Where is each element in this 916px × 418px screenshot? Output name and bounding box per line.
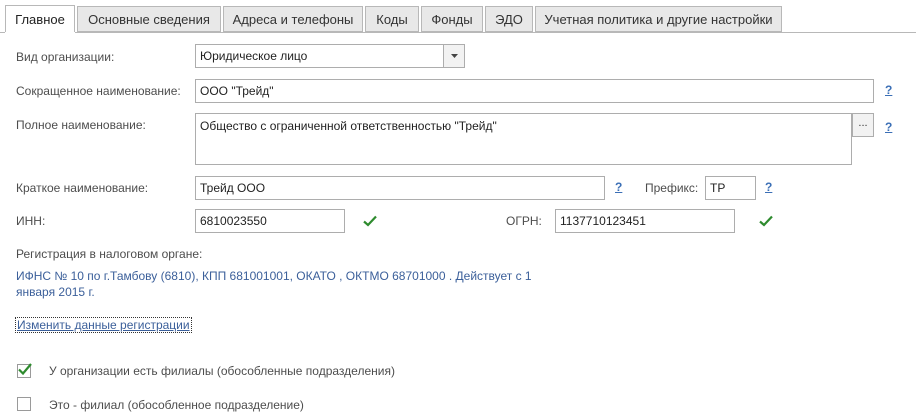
org-type-select[interactable]: Юридическое лицо — [195, 44, 444, 68]
ogrn-valid-check-icon — [759, 215, 773, 227]
checkmark-icon — [18, 363, 32, 376]
tab-basic-info[interactable]: Основные сведения — [77, 6, 221, 32]
registration-info: ИФНС № 10 по г.Тамбову (6810), КПП 68100… — [16, 268, 616, 300]
change-registration-link[interactable]: Изменить данные регистрации — [15, 317, 192, 333]
tab-bar: Главное Основные сведения Адреса и телеф… — [0, 0, 916, 34]
inn-label: ИНН: — [16, 214, 46, 228]
tab-codes[interactable]: Коды — [365, 6, 419, 32]
prefix-label: Префикс: — [645, 181, 699, 195]
short-name-label: Сокращенное наименование: — [16, 84, 181, 98]
tab-funds[interactable]: Фонды — [421, 6, 483, 32]
org-type-dropdown-button[interactable] — [443, 44, 465, 68]
org-type-label: Вид организации: — [16, 50, 115, 64]
registration-line-2: января 2015 г. — [16, 285, 95, 299]
has-branches-checkbox[interactable] — [17, 363, 32, 378]
registration-line-1: ИФНС № 10 по г.Тамбову (6810), КПП 68100… — [16, 269, 532, 283]
inn-valid-check-icon — [363, 215, 377, 227]
brief-name-label: Краткое наименование: — [16, 181, 149, 195]
prefix-field[interactable]: ТР — [705, 176, 756, 200]
full-name-help-icon[interactable]: ? — [885, 120, 892, 134]
tab-addresses-phones[interactable]: Адреса и телефоны — [223, 6, 363, 32]
short-name-field[interactable]: ООО "Трейд" — [195, 79, 874, 103]
tab-accounting-policy[interactable]: Учетная политика и другие настройки — [535, 6, 782, 32]
full-name-label: Полное наименование: — [16, 118, 146, 132]
chevron-down-icon — [450, 54, 458, 58]
is-branch-label: Это - филиал (обособленное подразделение… — [49, 398, 304, 412]
inn-field[interactable]: 6810023550 — [195, 209, 345, 233]
ogrn-label: ОГРН: — [506, 214, 542, 228]
prefix-help-icon[interactable]: ? — [765, 180, 772, 194]
ogrn-field[interactable]: 1137710123451 — [555, 209, 735, 233]
short-name-help-icon[interactable]: ? — [885, 83, 892, 97]
is-branch-checkbox[interactable] — [17, 397, 31, 411]
tab-divider — [0, 32, 916, 33]
has-branches-label: У организации есть филиалы (обособленные… — [49, 364, 395, 378]
tab-main[interactable]: Главное — [5, 5, 75, 33]
tab-edo[interactable]: ЭДО — [485, 6, 533, 32]
registration-label: Регистрация в налоговом органе: — [16, 247, 203, 261]
full-name-field[interactable]: Общество с ограниченной ответственностью… — [195, 113, 852, 165]
ellipsis-icon: ... — [858, 117, 868, 129]
full-name-open-button[interactable]: ... — [852, 113, 874, 137]
brief-name-help-icon[interactable]: ? — [615, 180, 622, 194]
brief-name-field[interactable]: Трейд ООО — [195, 176, 605, 200]
